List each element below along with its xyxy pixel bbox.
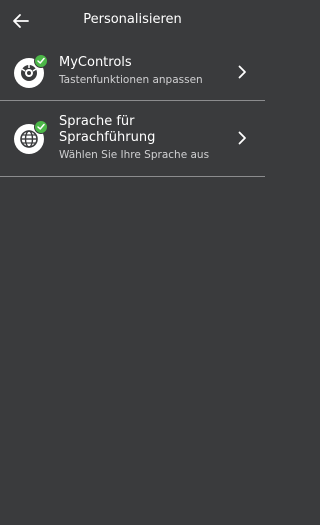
page-title: Personalisieren [83, 12, 182, 27]
personalize-screen: Personalisieren MyControls Tastenfunktio… [0, 0, 265, 525]
language-text: Sprache für Sprachführung Wählen Sie Ihr… [59, 114, 229, 162]
check-icon [37, 123, 45, 130]
chevron-right-icon [238, 65, 246, 79]
check-icon [37, 57, 45, 64]
header: Personalisieren [0, 0, 265, 44]
language-subtitle: Wählen Sie Ihre Sprache aus [59, 149, 210, 161]
mycontrols-subtitle: Tastenfunktionen anpassen [59, 74, 203, 86]
mycontrols-text: MyControls Tastenfunktionen anpassen [59, 55, 229, 87]
list-item-language[interactable]: Sprache für Sprachführung Wählen Sie Ihr… [0, 100, 265, 176]
list-item-mycontrols[interactable]: MyControls Tastenfunktionen anpassen [0, 44, 265, 100]
language-title-line2: Sprachführung [59, 130, 156, 145]
mycontrols-title: MyControls [59, 55, 132, 70]
language-check-badge [34, 120, 48, 134]
language-title-line1: Sprache für [59, 114, 135, 129]
mycontrols-check-badge [34, 54, 48, 68]
mycontrols-icon-circle [14, 54, 48, 88]
divider [0, 176, 265, 177]
chevron-right-icon [238, 131, 246, 145]
language-icon-circle [14, 120, 48, 154]
